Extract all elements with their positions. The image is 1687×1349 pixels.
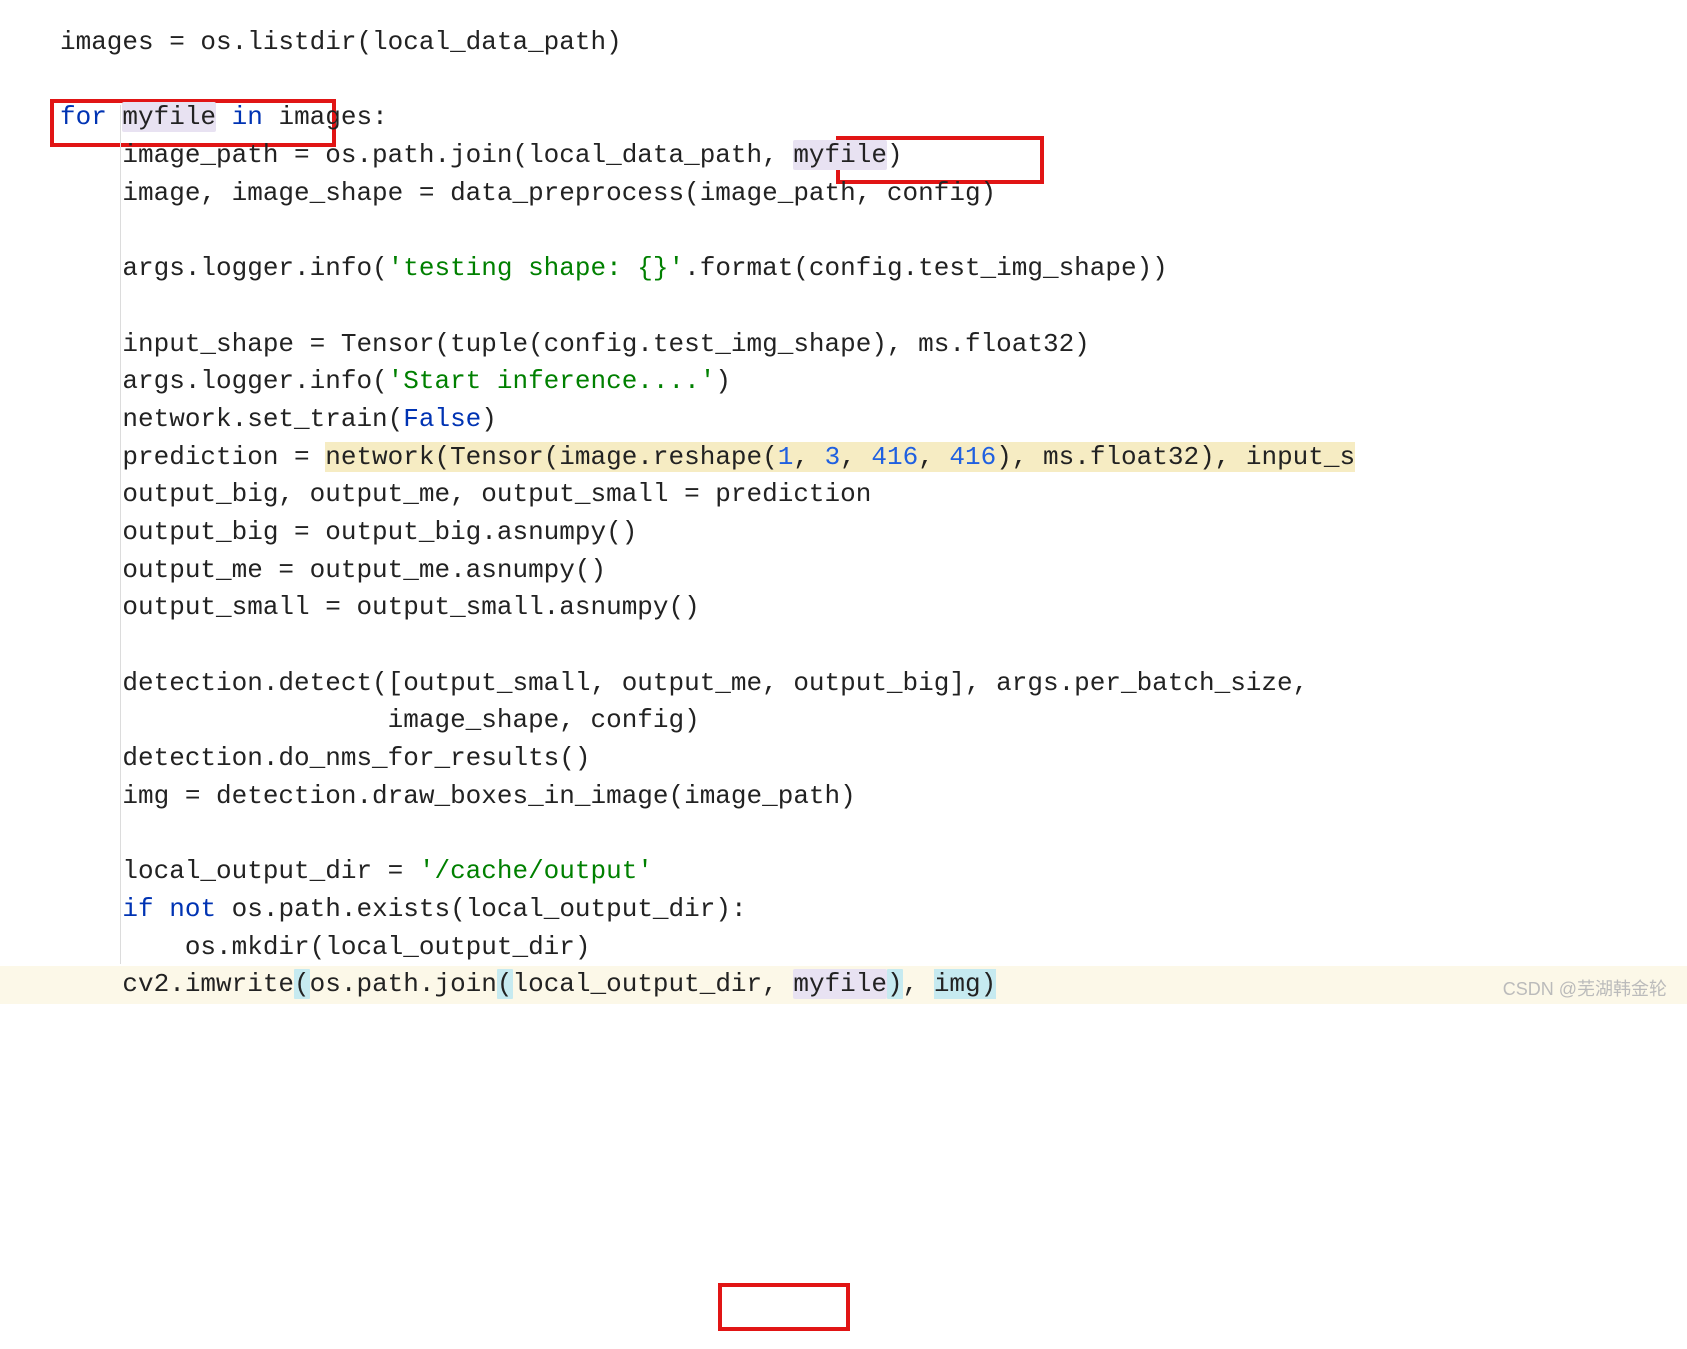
variable-myfile: myfile [793, 969, 887, 999]
code-text: network.set_train( [60, 404, 403, 434]
cursor-region: img) [934, 969, 996, 999]
code-line[interactable]: output_big, output_me, output_small = pr… [0, 476, 1687, 514]
code-text [60, 894, 122, 924]
number-literal: 1 [778, 442, 794, 472]
paren-open: ( [497, 969, 513, 999]
code-text: image_shape, config) [60, 705, 700, 735]
code-text [154, 894, 170, 924]
code-text: image, image_shape = data_preprocess(ima… [60, 178, 996, 208]
code-text: ) [887, 140, 903, 170]
code-line[interactable]: if not os.path.exists(local_output_dir): [0, 891, 1687, 929]
code-line[interactable]: cv2.imwrite(os.path.join(local_output_di… [0, 966, 1687, 1004]
code-text: prediction = [60, 442, 325, 472]
variable-myfile: myfile [793, 140, 887, 170]
code-line[interactable] [0, 815, 1687, 853]
code-text: output_small = output_small.asnumpy() [60, 592, 700, 622]
code-text: input_shape = Tensor(tuple(config.test_i… [60, 329, 1090, 359]
code-line[interactable]: network.set_train(False) [0, 401, 1687, 439]
code-line[interactable]: img = detection.draw_boxes_in_image(imag… [0, 778, 1687, 816]
code-text: detection.do_nms_for_results() [60, 743, 591, 773]
code-line[interactable] [0, 212, 1687, 250]
watermark: CSDN @芜湖韩金轮 [1503, 976, 1667, 1002]
code-text: ) [481, 404, 497, 434]
keyword-if: if [122, 894, 153, 924]
code-text: cv2.imwrite [60, 969, 294, 999]
code-text: ) [715, 366, 731, 396]
code-text: , [918, 442, 949, 472]
string-literal: '/cache/output' [419, 856, 653, 886]
code-text: , [840, 442, 871, 472]
code-text: args.logger.info( [60, 253, 388, 283]
code-text: ), ms.float32), input_s [996, 442, 1355, 472]
code-text: image_path = os.path.join(local_data_pat… [60, 140, 793, 170]
code-line[interactable]: local_output_dir = '/cache/output' [0, 853, 1687, 891]
code-text: images [263, 102, 372, 132]
code-editor[interactable]: images = os.listdir(local_data_path) for… [0, 0, 1687, 1014]
code-line[interactable]: input_shape = Tensor(tuple(config.test_i… [0, 326, 1687, 364]
code-text: args.logger.info( [60, 366, 388, 396]
code-text: local_output_dir = [60, 856, 419, 886]
code-line[interactable]: prediction = network(Tensor(image.reshap… [0, 439, 1687, 477]
code-line[interactable]: image, image_shape = data_preprocess(ima… [0, 175, 1687, 213]
code-text: local_output_dir, [513, 969, 794, 999]
string-literal: 'Start inference....' [388, 366, 716, 396]
code-line[interactable]: os.mkdir(local_output_dir) [0, 929, 1687, 967]
code-line[interactable]: args.logger.info('Start inference....') [0, 363, 1687, 401]
code-text: os.path.exists(local_output_dir): [216, 894, 747, 924]
code-text: img = detection.draw_boxes_in_image(imag… [60, 781, 856, 811]
number-literal: 416 [949, 442, 996, 472]
code-line[interactable]: detection.detect([output_small, output_m… [0, 665, 1687, 703]
annotation-box-myfile-write [718, 1283, 850, 1331]
string-literal: 'testing shape: {}' [388, 253, 684, 283]
keyword-in: in [232, 102, 263, 132]
number-literal: 416 [871, 442, 918, 472]
number-literal: 3 [825, 442, 841, 472]
code-text: output_big = output_big.asnumpy() [60, 517, 637, 547]
code-line[interactable]: image_shape, config) [0, 702, 1687, 740]
code-text: detection.detect([output_small, output_m… [60, 668, 1308, 698]
code-line[interactable] [0, 627, 1687, 665]
code-text [107, 102, 123, 132]
keyword-for: for [60, 102, 107, 132]
code-line[interactable]: args.logger.info('testing shape: {}'.for… [0, 250, 1687, 288]
code-text: .format(config.test_img_shape)) [684, 253, 1168, 283]
code-line[interactable]: for myfile in images: [0, 99, 1687, 137]
code-line[interactable] [0, 62, 1687, 100]
code-text: output_me = output_me.asnumpy() [60, 555, 606, 585]
code-line[interactable]: output_me = output_me.asnumpy() [0, 552, 1687, 590]
code-text: , [793, 442, 824, 472]
keyword-not: not [169, 894, 216, 924]
code-text: , [903, 969, 934, 999]
paren-open: ( [294, 969, 310, 999]
code-text: output_big, output_me, output_small = pr… [60, 479, 871, 509]
code-line[interactable]: detection.do_nms_for_results() [0, 740, 1687, 778]
highlighted-code: network(Tensor(image.reshape( [325, 442, 777, 472]
variable-myfile: myfile [122, 102, 216, 132]
code-text: os.mkdir(local_output_dir) [60, 932, 591, 962]
code-line[interactable]: images = os.listdir(local_data_path) [0, 24, 1687, 62]
code-line[interactable]: output_small = output_small.asnumpy() [0, 589, 1687, 627]
paren-close: ) [887, 969, 903, 999]
code-line[interactable] [0, 288, 1687, 326]
code-text: : [372, 102, 388, 132]
code-line[interactable]: output_big = output_big.asnumpy() [0, 514, 1687, 552]
code-text: os.path.join [310, 969, 497, 999]
code-text: images = os.listdir(local_data_path) [60, 27, 622, 57]
code-line[interactable]: image_path = os.path.join(local_data_pat… [0, 137, 1687, 175]
keyword-false: False [403, 404, 481, 434]
code-text [216, 102, 232, 132]
